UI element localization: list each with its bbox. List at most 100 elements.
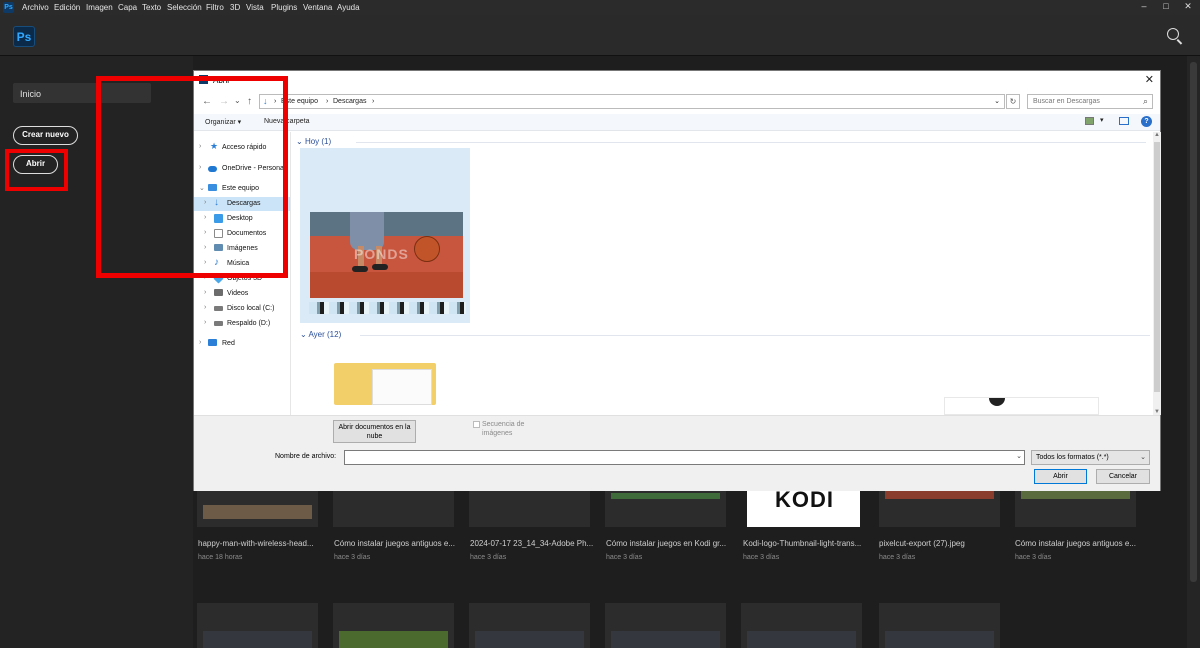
sidebar-item-disco-local[interactable]: › Disco local (C:) [194, 302, 290, 316]
recent-thumb[interactable] [879, 491, 1000, 527]
thumbnail-watermark: PONDS [354, 246, 409, 262]
recent-title[interactable]: 2024-07-17 23_14_34-Adobe Ph... [470, 539, 595, 548]
recent-title[interactable]: Cómo instalar juegos antiguos e... [1015, 539, 1140, 548]
recent-thumb[interactable] [605, 603, 726, 648]
address-crumb-folder[interactable]: Descargas [333, 98, 366, 105]
filename-input[interactable]: ⌄ [344, 450, 1025, 465]
recent-date: hace 3 días [606, 554, 643, 561]
file-tile-highlight [96, 76, 288, 278]
menu-imagen[interactable]: Imagen [86, 3, 113, 12]
menu-archivo[interactable]: Archivo [22, 3, 49, 12]
menu-3d[interactable]: 3D [230, 3, 240, 12]
open-file-dialog: Ps Abrir ✕ ← → ⌄ ↑ ↓ › Este equipo › Des… [193, 70, 1161, 491]
recent-thumb[interactable] [469, 491, 590, 527]
folder-icon[interactable] [334, 363, 436, 405]
recent-thumb[interactable] [741, 603, 862, 648]
recent-thumb[interactable] [333, 603, 454, 648]
menu-filtro[interactable]: Filtro [206, 3, 224, 12]
dialog-footer: Abrir documentos en la nube Secuencia de… [194, 415, 1160, 491]
drive-icon [214, 321, 223, 326]
preview-pane-icon[interactable] [1119, 117, 1129, 125]
file-list-area: ⌄ Hoy (1) PONDS ⌄ Ayer (12) [292, 132, 1154, 415]
maximize-icon[interactable]: □ [1156, 1, 1176, 11]
recent-title[interactable]: Kodi-logo-Thumbnail-light-trans... [743, 539, 868, 548]
menu-bar: Ps Archivo Edición Imagen Capa Texto Sel… [0, 0, 1200, 15]
menu-seleccion[interactable]: Selección [167, 3, 202, 12]
search-placeholder: Buscar en Descargas [1033, 98, 1100, 105]
home-top-bar [0, 15, 1200, 56]
open-button-highlight [5, 149, 68, 191]
group-header-yesterday[interactable]: ⌄ Ayer (12) [300, 330, 1154, 339]
basketball [414, 236, 440, 262]
file-format-select[interactable]: Todos los formatos (*.*) ⌄ [1031, 450, 1150, 465]
menu-plugins[interactable]: Plugins [271, 3, 297, 12]
help-icon[interactable]: ? [1141, 116, 1152, 127]
menu-vista[interactable]: Vista [246, 3, 264, 12]
recent-thumb[interactable] [469, 603, 590, 648]
address-sep: › [372, 98, 375, 105]
dialog-toolbar: Organizar ▾ Nueva carpeta ▾ ? [194, 114, 1160, 131]
open-cloud-documents-button[interactable]: Abrir documentos en la nube [333, 420, 416, 443]
recent-thumb[interactable] [333, 491, 454, 527]
chevron-down-icon[interactable]: ▾ [1100, 116, 1104, 124]
recent-thumb[interactable] [1015, 491, 1136, 527]
sidebar-item-red[interactable]: › Red [194, 337, 290, 351]
chevron-down-icon: ⌄ [296, 137, 305, 146]
view-options-icon[interactable] [1085, 117, 1094, 125]
menu-capa[interactable]: Capa [118, 3, 137, 12]
sidebar-item-respaldo[interactable]: › Respaldo (D:) [194, 317, 290, 331]
scrollbar-thumb[interactable] [1190, 62, 1197, 582]
recent-thumb[interactable] [879, 603, 1000, 648]
chevron-down-icon[interactable]: ⌄ [994, 97, 1000, 105]
file-list-scrollbar[interactable]: ▲ ▼ [1153, 132, 1161, 415]
address-sep: › [326, 98, 329, 105]
filename-label: Nombre de archivo: [275, 453, 337, 460]
file-thumbnail[interactable]: PONDS [310, 212, 463, 298]
page-scrollbar[interactable] [1187, 56, 1200, 648]
recent-title[interactable]: Cómo instalar juegos antiguos e... [334, 539, 459, 548]
search-icon[interactable] [1167, 28, 1179, 40]
checkbox[interactable] [473, 421, 480, 428]
file-tile[interactable] [944, 397, 1099, 415]
recent-date: hace 3 días [470, 554, 507, 561]
refresh-icon[interactable]: ↻ [1006, 94, 1020, 109]
sidebar-item-videos[interactable]: › Videos [194, 287, 290, 301]
dialog-cancel-button[interactable]: Cancelar [1096, 469, 1150, 484]
search-icon: ⌕ [1142, 96, 1148, 106]
network-icon [208, 339, 217, 346]
search-input[interactable]: Buscar en Descargas ⌕ [1027, 94, 1153, 109]
group-header-today[interactable]: ⌄ Hoy (1) [296, 137, 1151, 146]
recent-thumb[interactable] [197, 603, 318, 648]
recent-date: hace 3 días [334, 554, 371, 561]
recent-date: hace 3 días [743, 554, 780, 561]
recent-date: hace 3 días [879, 554, 916, 561]
dialog-open-button[interactable]: Abrir [1034, 469, 1087, 484]
file-name-strip [309, 302, 466, 314]
recent-date: hace 18 horas [198, 554, 243, 561]
menu-edicion[interactable]: Edición [54, 3, 80, 12]
recent-thumb[interactable]: KODI [747, 487, 860, 527]
recent-title[interactable]: Cómo instalar juegos en Kodi gr... [606, 539, 731, 548]
recent-thumb[interactable] [197, 491, 318, 527]
menu-texto[interactable]: Texto [142, 3, 161, 12]
address-bar[interactable]: ↓ › Este equipo › Descargas › ⌄ [259, 94, 1005, 109]
player-figure [350, 212, 384, 250]
minimize-icon[interactable]: – [1134, 1, 1154, 11]
create-new-button[interactable]: Crear nuevo [13, 126, 78, 145]
recent-title[interactable]: happy-man-with-wireless-head... [198, 539, 323, 548]
recent-title[interactable]: pixelcut-export (27).jpeg [879, 539, 1004, 548]
window-controls: – □ ✕ [1130, 0, 1200, 15]
scrollbar-thumb[interactable] [1154, 142, 1160, 392]
recent-thumb[interactable] [605, 491, 726, 527]
scroll-up-icon[interactable]: ▲ [1153, 132, 1161, 138]
dialog-title-bar: Ps Abrir ✕ [194, 71, 1160, 89]
chevron-down-icon[interactable]: ⌄ [1016, 452, 1022, 460]
chevron-down-icon: ⌄ [1140, 454, 1146, 461]
video-icon [214, 289, 223, 296]
close-icon[interactable]: ✕ [1145, 73, 1154, 86]
close-icon[interactable]: ✕ [1178, 1, 1198, 12]
drive-icon [214, 306, 223, 311]
ps-app-icon: Ps [3, 2, 14, 13]
menu-ayuda[interactable]: Ayuda [337, 3, 360, 12]
menu-ventana[interactable]: Ventana [303, 3, 332, 12]
